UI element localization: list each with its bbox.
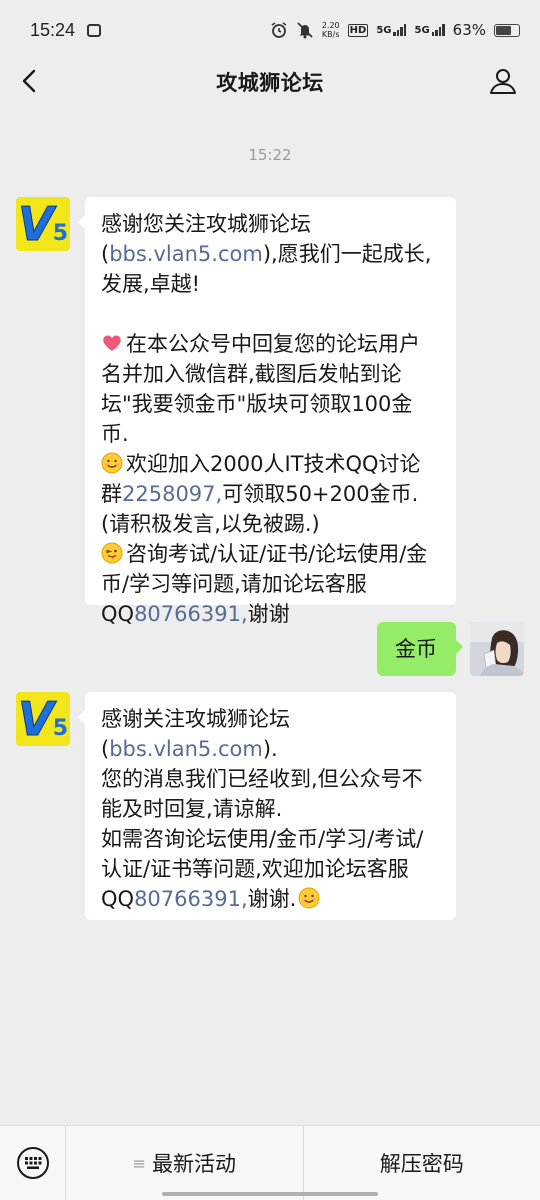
alarm-icon [271, 22, 287, 38]
hd-badge: HD [347, 23, 369, 37]
message-link[interactable]: com [218, 737, 263, 761]
sim2-signal: 5G [414, 24, 445, 36]
message-text: 在本公众号中回复您的论坛用户名并加入微信群,截图后发帖到论坛"我要领金币"版块可… [101, 332, 420, 446]
message-bubble[interactable]: 感谢关注攻城狮论坛(bbs.vlan5.com). 您的消息我们已经收到,但公众… [78, 692, 456, 920]
message-link[interactable]: 2258097, [122, 482, 222, 506]
chat-timestamp: 15:22 [248, 146, 292, 164]
page-title: 攻城狮论坛 [216, 72, 324, 95]
mute-icon [297, 22, 313, 39]
sim1-signal: 5G [376, 24, 407, 36]
person-icon[interactable] [488, 66, 518, 96]
avatar-logo-v: V [18, 197, 55, 251]
status-bar: 15:24 2.20 KB/s HD 5G 5G 63% [0, 0, 540, 60]
message-link[interactable]: bbs.vlan5. [109, 737, 218, 761]
wink-tongue-emoji-icon [101, 542, 123, 564]
keyboard-toggle-button[interactable] [0, 1125, 66, 1200]
net-speed: 2.20 KB/s [321, 21, 340, 39]
message-link[interactable]: com [218, 242, 263, 266]
my-message-bubble[interactable]: 金币 [377, 622, 463, 676]
notification-app-icon [87, 23, 102, 37]
signal-bars-icon [393, 24, 407, 36]
smile-emoji-icon [101, 452, 123, 474]
message-link[interactable]: 80766391, [134, 602, 248, 626]
menu-list-icon: ≡ [132, 1153, 146, 1173]
message-link[interactable]: 80766391, [134, 887, 248, 911]
official-account-menu: ≡ 最新活动 解压密码 [0, 1125, 540, 1200]
avatar-logo-v: V [18, 692, 55, 746]
official-account-avatar[interactable]: V 5 [16, 692, 70, 746]
battery-percent: 63% [452, 21, 486, 39]
avatar-logo-5: 5 [52, 221, 68, 246]
official-account-avatar[interactable]: V 5 [16, 197, 70, 251]
user-avatar[interactable] [470, 622, 524, 676]
back-chevron-icon[interactable] [16, 66, 46, 96]
home-indicator[interactable] [162, 1192, 378, 1196]
avatar-logo-5: 5 [52, 716, 68, 741]
message-text: 您的消息我们已经收到,但公众号不能及时回复,请谅解. [101, 767, 423, 821]
message-text: 谢谢 [247, 602, 290, 626]
heart-emoji-icon [103, 335, 121, 351]
menu-unzip-password[interactable]: 解压密码 [302, 1125, 540, 1200]
message-link[interactable]: bbs.vlan5. [109, 242, 218, 266]
menu-item-label: 解压密码 [379, 1152, 464, 1176]
status-time: 15:24 [30, 19, 76, 40]
message-text: ). [262, 737, 278, 761]
nav-bar: 攻城狮论坛 [0, 60, 540, 104]
user-avatar-image [470, 622, 524, 676]
menu-item-label: 最新活动 [151, 1152, 236, 1176]
message-text: 谢谢. [247, 887, 297, 911]
status-indicators: 2.20 KB/s HD 5G 5G 63% [270, 21, 520, 39]
message-text: 金币 [395, 637, 437, 661]
keyboard-icon [16, 1147, 49, 1179]
smile-emoji-icon [298, 887, 320, 909]
menu-latest-activities[interactable]: ≡ 最新活动 [66, 1126, 303, 1200]
signal-bars-icon [431, 24, 445, 36]
battery-icon [494, 23, 520, 37]
message-bubble[interactable]: 感谢您关注攻城狮论坛(bbs.vlan5.com),愿我们一起成长,发展,卓越!… [78, 197, 456, 626]
